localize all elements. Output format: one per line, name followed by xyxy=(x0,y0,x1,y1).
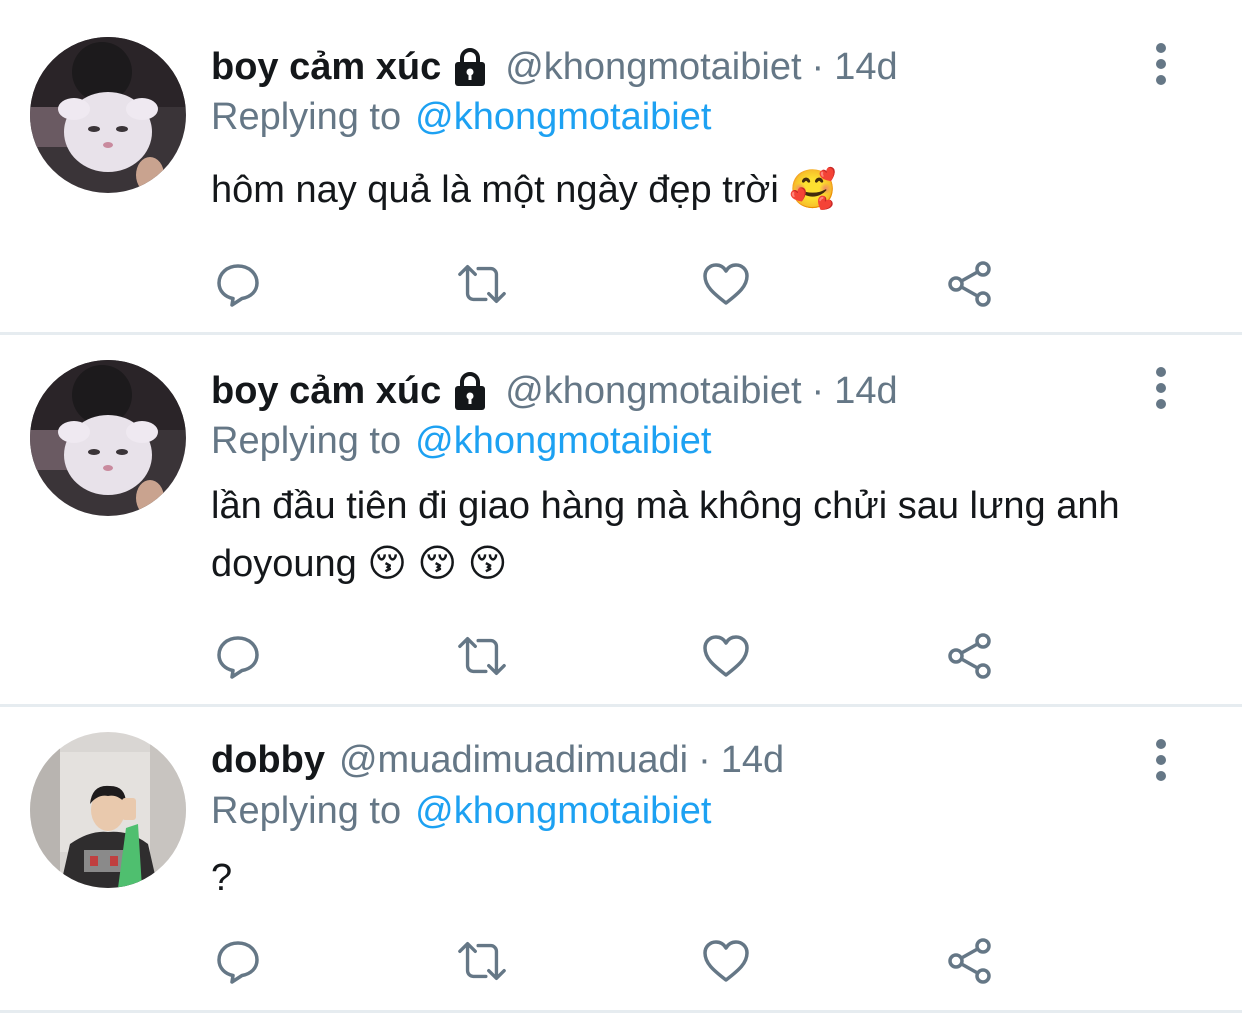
replying-to: Replying to @khongmotaibiet xyxy=(211,92,711,142)
tweet-text: ? xyxy=(211,857,233,899)
separator: · xyxy=(811,369,825,412)
tweet-header: boy cảm xúc @khongmotaibiet · 14d xyxy=(211,42,898,92)
replying-to-handle[interactable]: @khongmotaibiet xyxy=(415,96,711,139)
tweet-text: lần đầu tiên đi giao hàng mà không chửi … xyxy=(211,485,1120,585)
retweet-icon xyxy=(458,636,506,676)
share-button[interactable] xyxy=(944,630,996,682)
like-icon xyxy=(703,635,749,677)
reply-icon xyxy=(217,636,259,679)
like-icon xyxy=(703,263,749,305)
reply-button[interactable] xyxy=(212,630,264,682)
separator: · xyxy=(811,45,825,88)
tweet-header: dobby @muadimuadimuadi · 14d xyxy=(211,735,784,785)
share-icon xyxy=(948,938,991,984)
separator: · xyxy=(698,738,711,781)
user-handle[interactable]: @khongmotaibiet xyxy=(505,370,801,413)
share-icon xyxy=(948,633,991,679)
avatar-mirror-selfie-icon xyxy=(30,732,186,888)
reply-feed: boy cảm xúc @khongmotaibiet · 14d Replyi… xyxy=(0,0,1242,1017)
replying-to-handle[interactable]: @khongmotaibiet xyxy=(415,420,711,463)
tweet-actions xyxy=(210,935,1010,987)
avatar-plush-doll-icon xyxy=(30,37,186,193)
reply-button[interactable] xyxy=(212,935,264,987)
share-icon xyxy=(948,261,991,307)
more-options-icon[interactable] xyxy=(1146,738,1176,782)
display-name[interactable]: dobby xyxy=(211,739,325,782)
avatar-plush-doll-icon xyxy=(30,360,186,516)
replying-prefix: Replying to xyxy=(211,419,402,462)
retweet-button[interactable] xyxy=(456,935,508,987)
retweet-button[interactable] xyxy=(456,258,508,310)
user-handle[interactable]: @khongmotaibiet xyxy=(505,46,801,89)
retweet-button[interactable] xyxy=(456,630,508,682)
reply-icon xyxy=(217,941,259,984)
user-handle[interactable]: @muadimuadimuadi xyxy=(339,739,688,782)
more-options-icon[interactable] xyxy=(1146,366,1176,410)
more-options-icon[interactable] xyxy=(1146,42,1176,86)
replying-prefix: Replying to xyxy=(211,95,402,138)
lock-icon xyxy=(455,372,486,410)
like-button[interactable] xyxy=(700,935,752,987)
like-icon xyxy=(703,940,749,982)
tweet-divider xyxy=(0,1010,1242,1013)
avatar[interactable] xyxy=(30,37,186,193)
reply-button[interactable] xyxy=(212,258,264,310)
replying-prefix: Replying to xyxy=(211,789,402,832)
tweet-text: hôm nay quả là một ngày đẹp trời 🥰 xyxy=(211,169,837,211)
display-name[interactable]: boy cảm xúc xyxy=(211,370,441,413)
timestamp[interactable]: 14d xyxy=(721,739,784,782)
avatar[interactable] xyxy=(30,360,186,516)
share-button[interactable] xyxy=(944,935,996,987)
tweet-actions xyxy=(210,630,1010,682)
reply-icon xyxy=(217,264,259,307)
lock-icon xyxy=(455,48,486,86)
like-button[interactable] xyxy=(700,630,752,682)
timestamp[interactable]: 14d xyxy=(834,46,897,89)
like-button[interactable] xyxy=(700,258,752,310)
tweet-2[interactable]: boy cảm xúc @khongmotaibiet · 14d Replyi… xyxy=(0,335,1242,704)
tweet-header: boy cảm xúc @khongmotaibiet · 14d xyxy=(211,366,898,416)
display-name[interactable]: boy cảm xúc xyxy=(211,46,441,89)
replying-to: Replying to @khongmotaibiet xyxy=(211,786,711,836)
tweet-3[interactable]: dobby @muadimuadimuadi · 14d Replying to… xyxy=(0,707,1242,1010)
retweet-icon xyxy=(458,264,506,304)
replying-to: Replying to @khongmotaibiet xyxy=(211,416,711,466)
share-button[interactable] xyxy=(944,258,996,310)
timestamp[interactable]: 14d xyxy=(834,370,897,413)
avatar[interactable] xyxy=(30,732,186,888)
retweet-icon xyxy=(458,941,506,981)
tweet-actions xyxy=(210,258,1010,310)
replying-to-handle[interactable]: @khongmotaibiet xyxy=(415,790,711,833)
tweet-1[interactable]: boy cảm xúc @khongmotaibiet · 14d Replyi… xyxy=(0,0,1242,332)
